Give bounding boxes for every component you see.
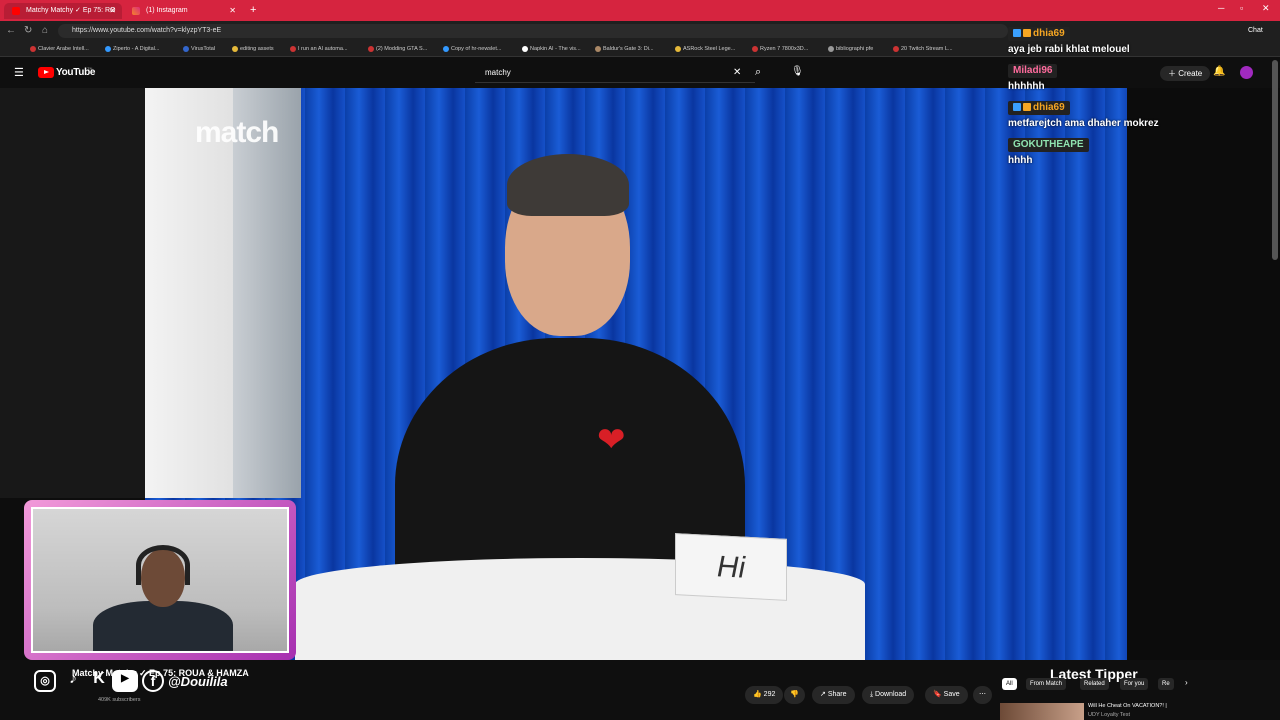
chat-message: dhia69 aya jeb rabi khlat melouel bbox=[1008, 23, 1270, 56]
youtube-favicon-icon bbox=[12, 7, 20, 15]
instagram-icon: ◎ bbox=[34, 670, 56, 692]
badge-icon bbox=[1023, 29, 1031, 37]
tab-title: (1) Instagram bbox=[146, 7, 188, 14]
bookmark-item[interactable]: Ziperto - A Digital... bbox=[105, 44, 159, 54]
chat-username: dhia69 bbox=[1008, 101, 1070, 115]
chat-username: GOKUTHEAPE bbox=[1008, 138, 1089, 152]
tiktok-icon: ♪ bbox=[69, 670, 77, 687]
like-button[interactable]: 👍 292 bbox=[745, 686, 784, 704]
menu-icon[interactable]: ☰ bbox=[14, 66, 24, 79]
bookmark-item[interactable]: Napkin AI - The vis... bbox=[522, 44, 581, 54]
chevron-right-icon[interactable]: › bbox=[1185, 678, 1188, 687]
webcam-overlay bbox=[24, 500, 296, 660]
close-window-icon[interactable]: ✕ bbox=[1262, 3, 1270, 14]
close-tab-icon[interactable]: ✕ bbox=[109, 3, 116, 19]
headset bbox=[136, 545, 190, 585]
facebook-icon: f bbox=[142, 670, 164, 692]
tab-title: Matchy Matchy ✓ Ep 75: RO bbox=[26, 7, 116, 14]
bookmark-item[interactable]: ASRock Steel Lege... bbox=[675, 44, 735, 54]
new-tab-button[interactable]: + bbox=[250, 3, 256, 17]
webcam-feed bbox=[31, 507, 289, 653]
chat-text: aya jeb rabi khlat melouel bbox=[1008, 44, 1130, 55]
bookmark-item[interactable]: Baldur's Gate 3: Di... bbox=[595, 44, 654, 54]
chat-message: dhia69 metfarejtch ama dhaher mokrez bbox=[1008, 97, 1270, 130]
country-code: TN bbox=[87, 66, 93, 71]
tab-matchy[interactable]: Matchy Matchy ✓ Ep 75: RO ✕ bbox=[4, 3, 122, 19]
right-blank-panel bbox=[1127, 88, 1280, 660]
social-handle: @Douilila bbox=[168, 674, 228, 689]
dislike-button[interactable]: 👎 bbox=[784, 686, 805, 704]
home-icon[interactable]: ⌂ bbox=[42, 24, 48, 38]
bookmark-item[interactable]: Ryzen 7 7800x3D... bbox=[752, 44, 808, 54]
url-field[interactable]: https://www.youtube.com/watch?v=klyzpYT3… bbox=[58, 24, 1008, 38]
minimize-icon[interactable]: ─ bbox=[1218, 3, 1224, 13]
search-icon[interactable]: ⌕ bbox=[755, 66, 761, 79]
bookmark-item[interactable]: Clavier Arabe Intell... bbox=[30, 44, 89, 54]
recommended-thumbnail[interactable] bbox=[1000, 703, 1084, 720]
chip-for-you[interactable]: For you bbox=[1120, 678, 1149, 690]
browser-tab-bar: Matchy Matchy ✓ Ep 75: RO ✕ (1) Instagra… bbox=[0, 0, 1280, 21]
heart-logo-icon: ❤ bbox=[597, 421, 626, 459]
bookmark-item[interactable]: editing assets bbox=[232, 44, 274, 54]
chat-text: hhhhhh bbox=[1008, 81, 1045, 92]
host-hair bbox=[507, 154, 629, 216]
bookmark-item[interactable]: Copy of hr-newslet... bbox=[443, 44, 501, 54]
chat-username: dhia69 bbox=[1008, 27, 1070, 41]
stream-chat: dhia69 aya jeb rabi khlat melouel Miladi… bbox=[1008, 23, 1270, 171]
bookmark-item[interactable]: I run an AI automa... bbox=[290, 44, 348, 54]
tab-instagram[interactable]: (1) Instagram ✕ bbox=[124, 3, 242, 19]
badge-icon bbox=[1013, 103, 1021, 111]
subscriber-count: 409K subscribers bbox=[98, 697, 141, 703]
reload-icon[interactable]: ↻ bbox=[24, 24, 32, 38]
bookmark-item[interactable]: bibliographi pfe bbox=[828, 44, 873, 54]
chat-username: Miladi96 bbox=[1008, 64, 1058, 78]
scrollbar[interactable] bbox=[1272, 60, 1278, 260]
more-icon[interactable]: ⋯ bbox=[973, 686, 992, 704]
back-icon[interactable]: ← bbox=[6, 24, 16, 38]
chip-re[interactable]: Re bbox=[1158, 678, 1174, 690]
streamer-body bbox=[93, 601, 233, 651]
chat-text: metfarejtch ama dhaher mokrez bbox=[1008, 118, 1159, 129]
chat-text: hhhh bbox=[1008, 155, 1033, 166]
bookmark-item[interactable]: 20 Twitch Stream L... bbox=[893, 44, 953, 54]
chip-all[interactable]: All bbox=[1002, 678, 1017, 690]
download-button[interactable]: ⤓ Download bbox=[862, 686, 915, 704]
share-button[interactable]: ↗ Share bbox=[812, 686, 855, 704]
badge-icon bbox=[1013, 29, 1021, 37]
kick-icon: K bbox=[93, 670, 105, 687]
name-card: Hi bbox=[675, 533, 787, 601]
youtube-logo-icon[interactable] bbox=[38, 67, 54, 78]
instagram-favicon-icon bbox=[132, 7, 140, 15]
clear-search-icon[interactable]: ✕ bbox=[733, 67, 741, 78]
youtube-icon: ▶ bbox=[112, 670, 138, 692]
search-input[interactable]: matchy bbox=[475, 63, 755, 83]
bookmark-item[interactable]: (2) Modding GTA S... bbox=[368, 44, 427, 54]
close-tab-icon[interactable]: ✕ bbox=[229, 3, 236, 19]
badge-icon bbox=[1023, 103, 1031, 111]
chat-message: GOKUTHEAPE hhhh bbox=[1008, 134, 1270, 167]
show-logo: match bbox=[195, 116, 279, 149]
save-button[interactable]: 🔖 Save bbox=[925, 686, 968, 704]
left-blank-panel bbox=[0, 88, 145, 498]
recommended-subtitle: UDY Loyalty Test bbox=[1088, 712, 1130, 718]
microphone-icon[interactable]: 🎙 bbox=[791, 66, 804, 77]
chip-related[interactable]: Related bbox=[1080, 678, 1109, 690]
maximize-icon[interactable]: ▫ bbox=[1240, 3, 1243, 13]
chip-from-match[interactable]: From Match bbox=[1026, 678, 1067, 690]
bookmark-item[interactable]: VirusTotal bbox=[183, 44, 215, 54]
recommended-title[interactable]: Will He Cheat On VACATION?! | bbox=[1088, 703, 1167, 709]
chat-message: Miladi96 hhhhhh bbox=[1008, 60, 1270, 93]
